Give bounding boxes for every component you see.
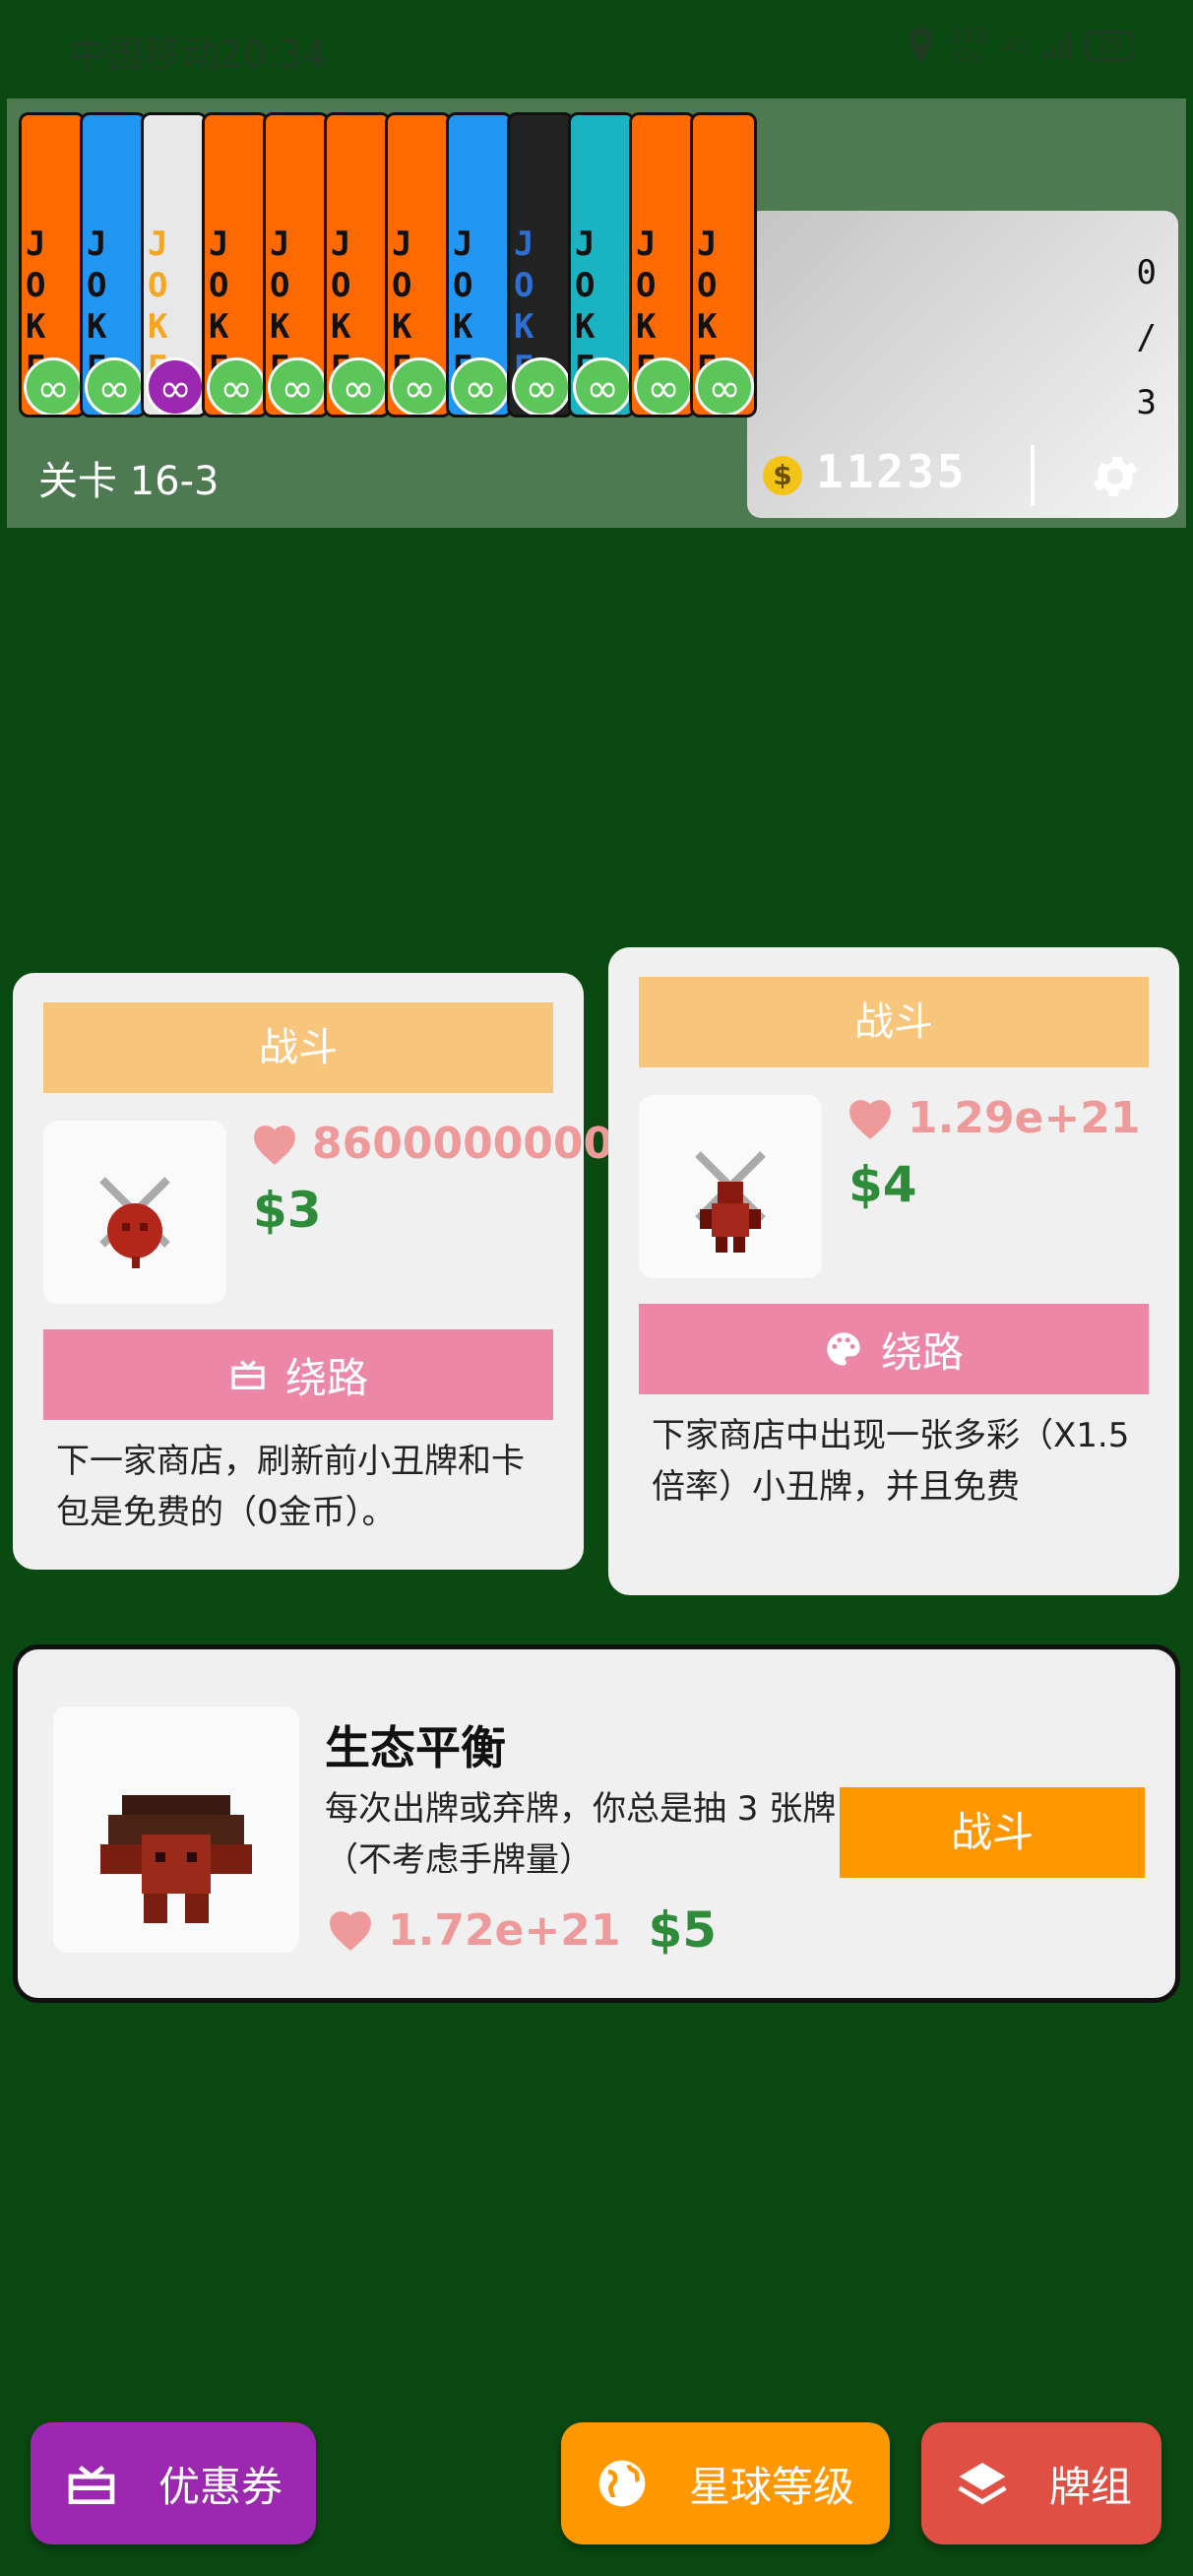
boss-stats: 1.72e+21 $5 — [325, 1901, 717, 1959]
detour-description: 下一家商店，刷新前小丑牌和卡包是免费的（0金币）。 — [56, 1442, 525, 1532]
joker-card[interactable]: J O K E∞ — [690, 112, 757, 418]
detour-button[interactable]: 绕路 — [639, 1304, 1149, 1394]
palette-icon — [827, 1332, 860, 1366]
speed-value: 393 — [949, 24, 987, 47]
boss-blind-card: 生态平衡 每次出牌或弃牌，你总是抽 3 张牌（不考虑手牌量） 1.72e+21 … — [13, 1644, 1180, 2003]
boss-description: 每次出牌或弃牌，你总是抽 3 张牌（不考虑手牌量） — [325, 1789, 837, 1880]
infinity-badge: ∞ — [451, 357, 510, 415]
network-speed: 393 K/s — [950, 26, 987, 65]
hp-value: 1.29e+21 — [908, 1093, 1141, 1143]
joker-card[interactable]: J O K E∞ — [80, 112, 147, 418]
gift-icon — [68, 2465, 115, 2504]
status-carrier-time: 中国移动20:34 — [69, 32, 327, 76]
blind-card-big: 战斗 1.29e+21 $4 绕路 下家商店中出现一张多彩（X1.5倍率）小丑牌… — [608, 947, 1179, 1595]
signal-icon — [1042, 32, 1071, 59]
joker-card[interactable]: J O K E∞ — [202, 112, 269, 418]
deck-label: 牌组 — [1049, 2462, 1133, 2511]
deck-button[interactable]: 牌组 — [921, 2422, 1162, 2544]
coupon-button[interactable]: 优惠券 — [31, 2422, 316, 2544]
boss-fight-button[interactable]: 战斗 — [840, 1787, 1145, 1878]
fight-button[interactable]: 战斗 — [639, 977, 1149, 1067]
enemy-thumbnail — [43, 1121, 226, 1304]
coin-balance: 11235 — [816, 445, 968, 498]
boss-hp: 1.72e+21 — [388, 1904, 621, 1956]
infinity-badge: ∞ — [573, 357, 632, 415]
blind-card-small: 战斗 8600000000 $3 绕路 下一家商店，刷新前小丑牌和卡包是免费的（… — [13, 973, 613, 1570]
coupon-label: 优惠券 — [158, 2462, 283, 2511]
boss-thumbnail — [53, 1707, 299, 1953]
level-label: 关卡 16-3 — [38, 459, 220, 504]
detour-label: 绕路 — [880, 1327, 964, 1377]
boss-sprite — [100, 1795, 252, 1923]
infinity-badge: ∞ — [329, 357, 388, 415]
joker-count-separator: / — [1136, 318, 1157, 357]
coin-icon: $ — [763, 456, 802, 495]
infinity-badge: ∞ — [390, 357, 449, 415]
fight-button[interactable]: 战斗 — [43, 1002, 553, 1093]
joker-card[interactable]: J O K E∞ — [629, 112, 696, 418]
planet-level-label: 星球等级 — [689, 2462, 855, 2511]
infinity-badge: ∞ — [512, 357, 571, 415]
enemy-hp: 8600000000 — [249, 1119, 613, 1169]
infinity-badge: ∞ — [146, 357, 205, 415]
layers-icon — [958, 2463, 1007, 2505]
joker-card[interactable]: J O K E∞ — [263, 112, 330, 418]
detour-button[interactable]: 绕路 — [43, 1329, 553, 1420]
network-type: 4G — [1000, 33, 1029, 57]
infinity-badge: ∞ — [634, 357, 693, 415]
detour-description: 下家商店中出现一张多彩（X1.5倍率）小丑牌，并且免费 — [652, 1416, 1130, 1507]
infinity-badge: ∞ — [695, 357, 754, 415]
joker-card[interactable]: J O K E∞ — [324, 112, 391, 418]
ticket-icon — [231, 1360, 265, 1389]
joker-card[interactable]: J O K E∞ — [446, 112, 513, 418]
joker-card[interactable]: J O K E∞ — [141, 112, 208, 418]
infinity-badge: ∞ — [24, 357, 83, 415]
location-icon — [909, 28, 933, 63]
speed-unit: K/s — [953, 43, 983, 67]
enemy-sprite — [695, 1151, 766, 1253]
globe-icon — [598, 2460, 646, 2507]
heart-icon — [254, 1125, 295, 1165]
hp-value: 8600000000 — [312, 1119, 614, 1169]
battery-icon: 29 — [1085, 30, 1134, 61]
detour-label: 绕路 — [284, 1353, 368, 1402]
joker-card[interactable]: J O K E∞ — [568, 112, 635, 418]
infinity-badge: ∞ — [268, 357, 327, 415]
joker-card[interactable]: J O K E∞ — [385, 112, 452, 418]
boss-reward: $5 — [648, 1901, 718, 1959]
divider — [1031, 445, 1035, 506]
status-indicators: 393 K/s 4G 29 — [907, 26, 1134, 65]
infinity-badge: ∞ — [85, 357, 144, 415]
status-bar: 中国移动20:34 393 K/s 4G 29 — [0, 0, 1193, 98]
boss-name: 生态平衡 — [325, 1721, 506, 1774]
infinity-badge: ∞ — [207, 357, 266, 415]
reward-money: $3 — [253, 1182, 322, 1239]
joker-count: 0 / 3 — [1137, 240, 1157, 435]
joker-card[interactable]: J O K E∞ — [19, 112, 86, 418]
enemy-hp: 1.29e+21 — [845, 1093, 1141, 1143]
heart-icon — [849, 1099, 891, 1139]
planet-level-button[interactable]: 星球等级 — [561, 2422, 890, 2544]
enemy-thumbnail — [639, 1095, 822, 1278]
joker-card[interactable]: J O K E∞ — [507, 112, 574, 418]
enemy-sprite — [99, 1177, 170, 1268]
reward-money: $4 — [848, 1156, 917, 1213]
heart-icon — [330, 1911, 371, 1951]
joker-count-current: 0 — [1136, 253, 1157, 292]
gear-icon[interactable] — [1088, 449, 1143, 504]
level-bar: 关卡 16-3 $ 11235 — [7, 423, 1186, 528]
joker-panel: J O K E∞J O K E∞J O K E∞J O K E∞J O K E∞… — [7, 98, 1186, 528]
